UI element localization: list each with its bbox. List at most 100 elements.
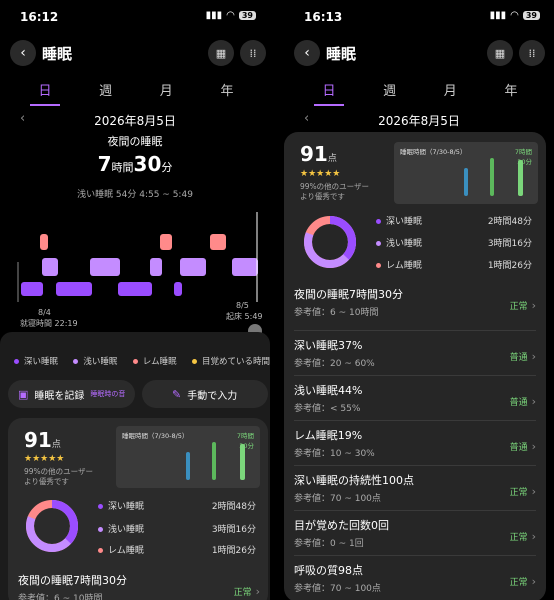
stage-row-light: 浅い睡眠 3時間16分 bbox=[376, 236, 532, 249]
duration-hours-unit: 時間 bbox=[111, 161, 134, 174]
period-tabs: 日 週 月 年 bbox=[304, 80, 536, 106]
rem-segment bbox=[210, 234, 226, 250]
rank-line2: より優秀です bbox=[24, 477, 69, 486]
sleep-detail-card: 91点 ★★★★★ 99%の他のユーザー より優秀です 睡眠時間（7/30-8/… bbox=[284, 132, 546, 600]
light-segment bbox=[150, 258, 162, 276]
sleep-stage-timeline[interactable] bbox=[14, 210, 262, 310]
legend-deep: 深い睡眠 bbox=[14, 355, 58, 367]
deep-segment bbox=[118, 282, 152, 296]
chevron-right-icon: › bbox=[531, 440, 536, 453]
metric-reference: 参考値：6 ~ 10時間 bbox=[18, 594, 103, 600]
metrics-list: 夜間の睡眠7時間30分 参考値：6 ~ 10時間 正常 › 深い睡眠37% 参考値：2… bbox=[294, 286, 536, 600]
chevron-right-icon: › bbox=[531, 350, 536, 363]
weekly-duration-chart[interactable]: 睡眠時間（7/30-8/5） 7時間 30分 bbox=[394, 142, 538, 204]
edit-icon: ✎ bbox=[172, 387, 182, 401]
metric-reference: 参考値：20 ~ 60% bbox=[294, 359, 375, 369]
metric-reference: 参考値：70 ~ 100点 bbox=[294, 584, 381, 594]
signal-icon: ▮▮▮ bbox=[205, 10, 223, 21]
current-date: 2026年8月5日 bbox=[94, 114, 176, 128]
deep-segment bbox=[56, 282, 92, 296]
manual-label: 手動で入力 bbox=[187, 390, 238, 402]
chevron-right-icon: › bbox=[255, 585, 260, 598]
duration-hours: 7 bbox=[97, 152, 112, 176]
bedtime-label: 就寝時間 22:19 bbox=[20, 319, 78, 328]
end-date: 8/5 bbox=[236, 301, 249, 310]
weekly-bar bbox=[212, 442, 216, 480]
more-icon: ⁞⁞ bbox=[249, 46, 257, 60]
weekly-duration-chart[interactable]: 睡眠時間（7/30-8/5） 7時間 30分 bbox=[116, 426, 260, 488]
metric-row-deep-continuity[interactable]: 深い睡眠の持続性100点 参考値：70 ~ 100点 正常 › bbox=[294, 466, 536, 510]
light-segment bbox=[232, 258, 258, 276]
tab-year[interactable]: 年 bbox=[202, 80, 252, 106]
calendar-button[interactable]: ▦ bbox=[487, 40, 513, 66]
period-tabs: 日 週 月 年 bbox=[20, 80, 252, 106]
metric-row-sleep-duration[interactable]: 夜間の睡眠7時間30分 参考値：6 ~ 10時間 正常 › bbox=[294, 286, 536, 330]
back-button[interactable]: ‹ bbox=[294, 40, 320, 66]
sleep-screen-left: 16:12 ▮▮▮ ◠ 39 ‹ 睡眠 ▦ ⁞⁞ 日 週 月 年 ‹ 2026年… bbox=[0, 0, 270, 600]
metric-row-breathing-quality[interactable]: 呼吸の質98点 参考値：70 ~ 100点 正常 › bbox=[294, 556, 536, 600]
tab-year[interactable]: 年 bbox=[486, 80, 536, 106]
weekly-chart-label: 睡眠時間（7/30-8/5） bbox=[400, 148, 467, 156]
wake-label: 起床 5:49 bbox=[226, 312, 263, 321]
wifi-icon: ◠ bbox=[510, 10, 519, 21]
legend-rem: レム睡眠 bbox=[132, 355, 177, 367]
stage-row-rem: レム睡眠 1時間26分 bbox=[376, 258, 532, 271]
tab-month[interactable]: 月 bbox=[141, 80, 191, 106]
stage-row-rem: レム睡眠 1時間26分 bbox=[98, 543, 256, 556]
metric-title: 夜間の睡眠7時間30分 bbox=[18, 574, 127, 587]
stage-legend: 深い睡眠 浅い睡眠 レム睡眠 目覚めている時間 bbox=[14, 355, 270, 367]
arrow-left-icon: ‹ bbox=[304, 45, 310, 61]
page-title: 睡眠 bbox=[326, 45, 357, 63]
metric-status: 正常 bbox=[509, 302, 528, 312]
manual-entry-button[interactable]: ✎ 手動で入力 bbox=[142, 380, 268, 408]
chevron-right-icon: › bbox=[531, 395, 536, 408]
deep-sleep-segments bbox=[21, 282, 182, 296]
metric-reference: 参考値：70 ~ 100点 bbox=[294, 494, 381, 504]
battery-icon: 39 bbox=[522, 11, 540, 20]
status-time: 16:13 bbox=[304, 10, 343, 24]
metric-title: 浅い睡眠44% bbox=[294, 384, 363, 397]
rem-sleep-segments bbox=[40, 234, 226, 250]
metric-row-wake-count[interactable]: 目が覚めた回数0回 参考値：0 ~ 1回 正常 › bbox=[294, 511, 536, 555]
rem-segment bbox=[40, 234, 48, 250]
tab-day[interactable]: 日 bbox=[20, 80, 70, 106]
metric-row-deep-ratio[interactable]: 深い睡眠37% 参考値：20 ~ 60% 普通 › bbox=[294, 331, 536, 375]
sleep-duration: 7時間30分 bbox=[0, 152, 270, 176]
record-sleep-button[interactable]: ▣ 睡眠を記録 睡眠時の音 bbox=[8, 380, 135, 408]
metric-row-light-ratio[interactable]: 浅い睡眠44% 参考値：< 55% 普通 › bbox=[294, 376, 536, 420]
light-segment bbox=[180, 258, 206, 276]
tab-month[interactable]: 月 bbox=[425, 80, 475, 106]
metric-reference: 参考値：0 ~ 1回 bbox=[294, 539, 364, 549]
page-title: 睡眠 bbox=[42, 45, 73, 63]
back-button[interactable]: ‹ bbox=[10, 40, 36, 66]
more-button[interactable]: ⁞⁞ bbox=[240, 40, 266, 66]
metric-status: 正常 bbox=[233, 588, 252, 598]
chevron-right-icon: › bbox=[531, 485, 536, 498]
record-label: 睡眠を記録 bbox=[34, 390, 85, 402]
tab-day[interactable]: 日 bbox=[304, 80, 354, 106]
metric-row[interactable]: 夜間の睡眠7時間30分 参考値：6 ~ 10時間 正常 › bbox=[18, 572, 260, 600]
signal-icon: ▮▮▮ bbox=[489, 10, 507, 21]
selected-segment-info: 浅い睡眠 54分 4:55 ~ 5:49 bbox=[77, 190, 193, 200]
weekly-bar bbox=[240, 444, 245, 480]
rem-segment bbox=[160, 234, 172, 250]
light-segment bbox=[90, 258, 120, 276]
weekly-bar bbox=[464, 168, 468, 196]
metric-status: 正常 bbox=[509, 488, 528, 498]
rank-line2: より優秀です bbox=[300, 192, 345, 201]
metric-row-rem-ratio[interactable]: レム睡眠19% 参考値：10 ~ 30% 普通 › bbox=[294, 421, 536, 465]
calendar-button[interactable]: ▦ bbox=[208, 40, 234, 66]
metric-status: 普通 bbox=[509, 353, 528, 363]
tab-week[interactable]: 週 bbox=[365, 80, 415, 106]
deep-segment bbox=[21, 282, 43, 296]
tab-week[interactable]: 週 bbox=[81, 80, 131, 106]
light-sleep-segments bbox=[42, 258, 258, 276]
more-button[interactable]: ⁞⁞ bbox=[519, 40, 545, 66]
metric-title: 目が覚めた回数0回 bbox=[294, 519, 389, 532]
metric-reference: 参考値：6 ~ 10時間 bbox=[294, 308, 379, 318]
status-icons: ▮▮▮ ◠ 39 bbox=[490, 10, 540, 21]
score-unit: 点 bbox=[51, 440, 61, 450]
stage-row-deep: 深い睡眠 2時間48分 bbox=[98, 499, 256, 512]
deep-segment bbox=[174, 282, 182, 296]
metric-reference: 参考値：< 55% bbox=[294, 404, 361, 414]
